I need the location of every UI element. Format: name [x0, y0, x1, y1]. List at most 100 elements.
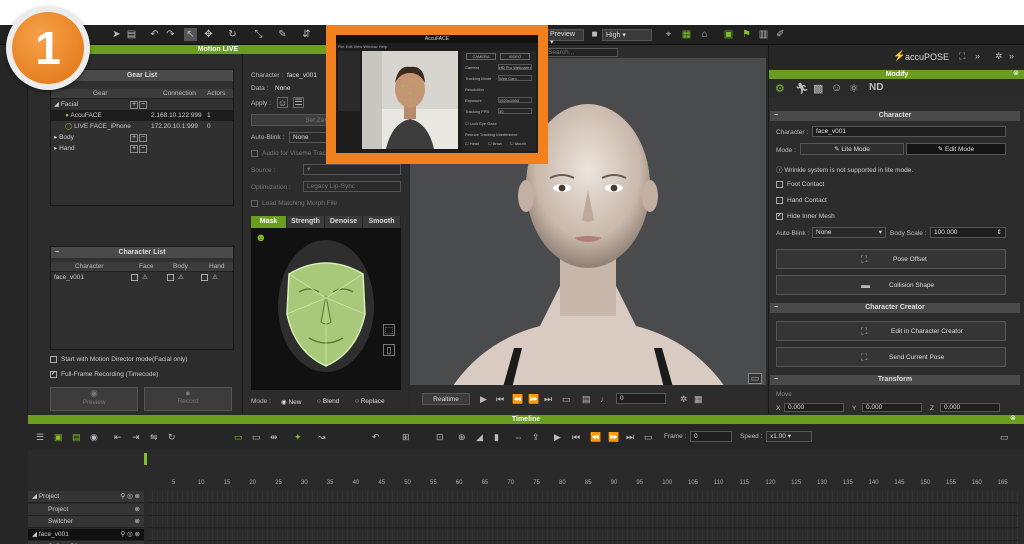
apply-list-icon[interactable]: ☰	[293, 97, 304, 108]
preview-button[interactable]: ◉ Preview	[50, 387, 138, 411]
tracking-mode-value[interactable]: Web Cam	[498, 75, 532, 81]
track-controls-icon[interactable]: ⊗	[135, 504, 140, 516]
source-select[interactable]: ▾	[303, 164, 401, 175]
settings-gear-icon[interactable]: ✲	[680, 394, 688, 405]
align3-icon[interactable]: ⇋	[150, 432, 158, 443]
add-button[interactable]: +	[130, 101, 138, 109]
close-icon[interactable]: ⊗	[1013, 69, 1019, 77]
face-tab-icon[interactable]: ☺	[831, 82, 842, 94]
snap-icon[interactable]: ▣	[722, 28, 735, 41]
export-icon[interactable]: ⇪	[532, 432, 540, 443]
loop-icon[interactable]: ▭	[562, 394, 571, 405]
collision-shape-button[interactable]: ▬ Collision Shape	[776, 275, 1006, 295]
audio-viseme-checkbox[interactable]: Audio for Viseme Track	[251, 150, 329, 157]
body-warning-icon[interactable]: ⚠	[167, 272, 184, 283]
tab-smooth[interactable]: Smooth	[363, 216, 401, 228]
body-scale-input[interactable]: 100.000 ⇕	[930, 227, 1006, 238]
start-motion-director-checkbox[interactable]: Start with Motion Director mode(Facial o…	[50, 356, 187, 363]
preview-select[interactable]: Preview ▾	[546, 29, 584, 46]
mode-blend-radio[interactable]: ○ Blend	[317, 398, 339, 405]
expand-icon[interactable]: »	[975, 51, 980, 61]
track-list-icon[interactable]: ☰	[36, 432, 44, 443]
timeline-frame-input[interactable]: 0	[690, 431, 732, 442]
face-warning-icon[interactable]: ⚠	[131, 272, 148, 283]
range-icon[interactable]: ⇹	[270, 432, 278, 443]
more-icon[interactable]: »	[1009, 51, 1014, 61]
track-controls-icon[interactable]: ⊗	[135, 516, 140, 528]
forward-icon[interactable]: ⏩	[528, 394, 539, 405]
lite-mode-button[interactable]: ✎ Lite Mode	[800, 143, 904, 155]
track-controls-icon[interactable]: ⚲ ◎ ⊗	[121, 491, 141, 503]
insert-icon[interactable]: ⊞	[402, 432, 410, 443]
lock-eye-gaze-checkbox[interactable]: ☐ Lock Eye Gaze	[465, 121, 497, 126]
light-icon[interactable]: ⌖	[662, 28, 675, 41]
edit-in-cc-button[interactable]: ⛶ Edit in Character Creator	[776, 321, 1006, 341]
fit-icon[interactable]: ⇔	[514, 432, 523, 442]
tl-forward-icon[interactable]: ⏩	[608, 432, 619, 443]
quality-select[interactable]: High ▾	[602, 29, 652, 41]
save-icon[interactable]: ▤	[125, 28, 138, 41]
pose-offset-button[interactable]: ⛶ Pose Offset	[776, 249, 1006, 269]
captions-icon[interactable]: ▤	[582, 394, 591, 405]
record-button[interactable]: ● Record	[144, 387, 232, 411]
mode-replace-radio[interactable]: ○ Replace	[355, 398, 385, 405]
gear-row-liveface[interactable]: ◯ LIVE FACE_iPhone 172.20.10.1:999 0	[51, 121, 233, 132]
tl-loop-icon[interactable]: ▭	[644, 432, 653, 443]
material-tab-icon[interactable]: ▩	[813, 82, 823, 95]
track-lane[interactable]	[148, 528, 1018, 541]
bar-icon[interactable]: ▮	[494, 432, 499, 443]
tracking-fps-value[interactable]: 30	[498, 108, 532, 114]
add-button[interactable]: +	[130, 134, 138, 142]
track-controls-icon[interactable]: ⚲ ◎ ⊗	[121, 529, 141, 541]
camera-icon[interactable]: ■	[588, 28, 601, 41]
mode-new-radio[interactable]: ◉ New	[281, 398, 302, 406]
face-mask-view[interactable]: ☻ ⬚ ▯	[251, 228, 401, 390]
timeline-track[interactable]: Project ⊗	[28, 503, 144, 516]
track-lane[interactable]	[148, 503, 1018, 516]
track-lane[interactable]	[148, 491, 1018, 503]
playhead[interactable]	[144, 453, 147, 465]
undo-icon[interactable]: ↶	[148, 28, 161, 41]
transform-icon[interactable]: ⇵	[300, 28, 313, 41]
move-y-input[interactable]: 0.000	[862, 403, 922, 412]
paint-icon[interactable]: ✎	[276, 28, 289, 41]
frame-input[interactable]: 0	[616, 393, 666, 404]
grid-toggle-icon[interactable]: ▦	[694, 394, 703, 405]
settings-icon[interactable]: ✲	[995, 51, 1003, 62]
gear-row-facial[interactable]: ◢ Facial + −	[51, 99, 233, 110]
edit-mode-button[interactable]: ✎ Edit Mode	[906, 143, 1006, 155]
motion-key-icon[interactable]: ✦	[294, 432, 302, 443]
viewport-settings-icon[interactable]: ▭	[748, 373, 762, 384]
pen-icon[interactable]: ✐	[774, 28, 787, 41]
view-icon[interactable]: ◉	[90, 432, 98, 443]
calendar-icon[interactable]: ▥	[757, 28, 770, 41]
modify-auto-blink-select[interactable]: None ▾	[812, 227, 886, 238]
gear-row-hand[interactable]: ▸ Hand + −	[51, 143, 233, 154]
rotate-icon[interactable]: ↻	[226, 28, 239, 41]
layer-icon[interactable]: ▤	[72, 432, 81, 443]
mark-icon[interactable]: ⊡	[436, 432, 444, 443]
apply-face-icon[interactable]: ☺	[277, 97, 288, 108]
zoom-in-icon[interactable]: ⊕	[458, 432, 466, 443]
md-tab-icon[interactable]: ND	[869, 82, 883, 93]
scale-icon[interactable]: ⤡	[252, 28, 265, 41]
align-icon[interactable]: ⇤	[114, 432, 122, 443]
gear-row-body[interactable]: ▸ Body + −	[51, 132, 233, 143]
load-matching-checkbox[interactable]: Load Matching Morph File	[251, 200, 337, 207]
character-section-header[interactable]: − Character	[770, 111, 1020, 121]
redo-icon[interactable]: ↷	[164, 28, 177, 41]
mask-clear-icon[interactable]: ▯	[383, 344, 395, 356]
auto-blink-select[interactable]: None	[289, 132, 329, 143]
move-z-input[interactable]: 0.000	[940, 403, 1000, 412]
tl-play-icon[interactable]: ▶	[554, 432, 561, 443]
align2-icon[interactable]: ⇥	[132, 432, 140, 443]
camera-field-value[interactable]: HD Pro Webcam C920	[498, 64, 532, 70]
mask-head-icon[interactable]: ☻	[255, 232, 267, 244]
remove-button[interactable]: −	[139, 101, 147, 109]
curve-icon[interactable]: ↝	[318, 432, 326, 443]
play-icon[interactable]: ▶	[480, 394, 487, 405]
remove-button[interactable]: −	[139, 145, 147, 153]
cc-icon[interactable]: ⛶	[959, 51, 965, 62]
track-lane[interactable]	[148, 516, 1018, 528]
foot-contact-checkbox[interactable]: Foot Contact	[776, 181, 824, 188]
